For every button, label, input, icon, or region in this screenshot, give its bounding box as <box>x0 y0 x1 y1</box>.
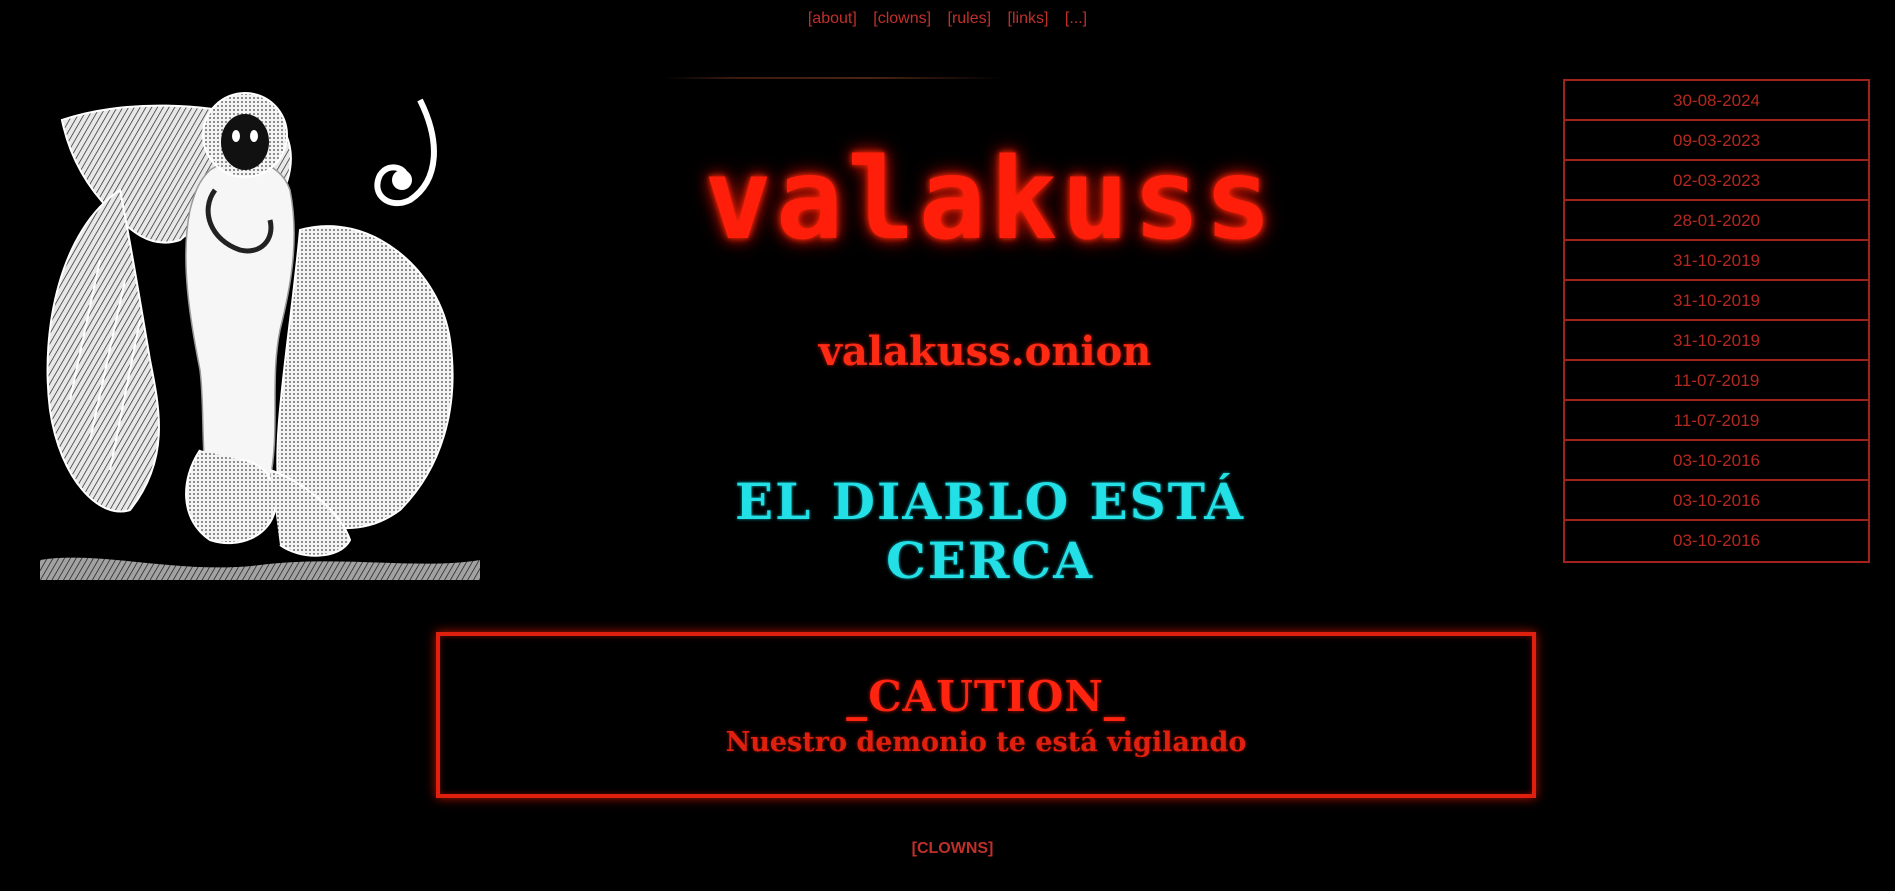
caution-title: _CAUTION_ <box>846 672 1126 721</box>
date-item[interactable]: 03-10-2016 <box>1565 441 1868 481</box>
nav-rules-link[interactable]: [rules] <box>948 10 992 27</box>
site-logo: valakuss <box>704 135 1276 265</box>
date-item[interactable]: 30-08-2024 <box>1565 81 1868 121</box>
date-item[interactable]: 11-07-2019 <box>1565 361 1868 401</box>
top-nav: [about] [clowns] [rules] [links] [...] <box>0 10 1895 28</box>
page: [about] [clowns] [rules] [links] [...] v… <box>0 0 1895 891</box>
date-item[interactable]: 31-10-2019 <box>1565 281 1868 321</box>
nav-more-link[interactable]: [...] <box>1065 10 1087 27</box>
date-item[interactable]: 02-03-2023 <box>1565 161 1868 201</box>
footer: [CLOWNS] <box>0 840 1895 858</box>
date-list: 30-08-2024 09-03-2023 02-03-2023 28-01-2… <box>1563 79 1870 563</box>
nav-links-link[interactable]: [links] <box>1008 10 1049 27</box>
caution-box: _CAUTION_ Nuestro demonio te está vigila… <box>436 632 1536 798</box>
date-item[interactable]: 03-10-2016 <box>1565 481 1868 521</box>
nav-about-link[interactable]: [about] <box>808 10 857 27</box>
date-item[interactable]: 11-07-2019 <box>1565 401 1868 441</box>
date-item[interactable]: 28-01-2020 <box>1565 201 1868 241</box>
nav-clowns-link[interactable]: [clowns] <box>873 10 931 27</box>
winged-demon-illustration <box>40 92 480 580</box>
slogan: EL DIABLO ESTÁ CERCA <box>734 472 1246 590</box>
date-item[interactable]: 09-03-2023 <box>1565 121 1868 161</box>
caution-subtitle: Nuestro demonio te está vigilando <box>725 727 1247 758</box>
date-item[interactable]: 03-10-2016 <box>1565 521 1868 561</box>
onion-address: valakuss.onion <box>818 328 1152 375</box>
logo-divider <box>665 77 1005 79</box>
date-item[interactable]: 31-10-2019 <box>1565 241 1868 281</box>
date-item[interactable]: 31-10-2019 <box>1565 321 1868 361</box>
clowns-link[interactable]: [CLOWNS] <box>912 840 994 857</box>
